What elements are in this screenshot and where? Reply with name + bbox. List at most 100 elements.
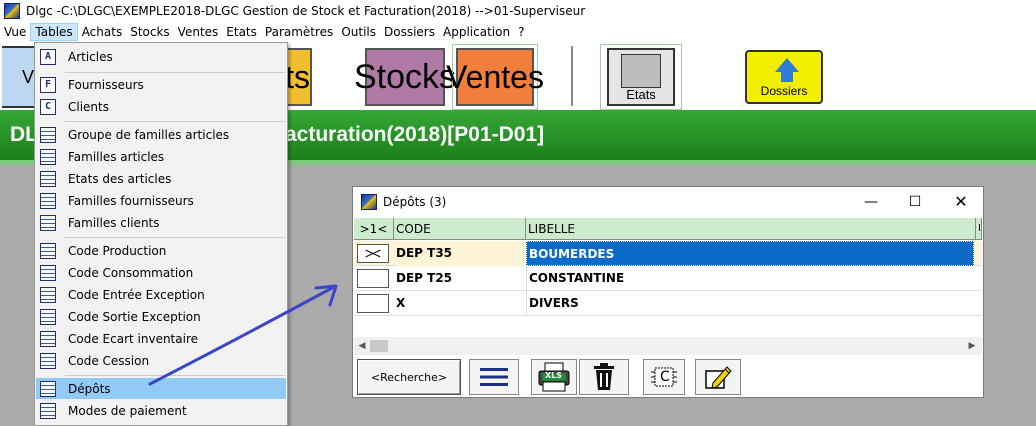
depots-title-bar[interactable]: Dépôts (3) — ☐ ✕ — [353, 187, 983, 217]
menu-vue[interactable]: Vue — [0, 23, 30, 41]
menu-separator — [65, 72, 285, 73]
export-xls-button[interactable]: XLS — [531, 359, 577, 395]
menu-bar: Vue Tables Achats Stocks Ventes Etats Pa… — [0, 22, 1036, 42]
list-button[interactable] — [469, 359, 519, 395]
tables-dropdown-menu: A Articles F Fournisseurs C Clients Grou… — [34, 42, 288, 426]
horizontal-scrollbar[interactable]: ◀ ▶ — [354, 337, 982, 355]
menu-separator — [65, 121, 285, 122]
menu-dossiers[interactable]: Dossiers — [380, 23, 439, 41]
cell-code: DEP T25 — [396, 271, 453, 285]
menu-item-label: Code Consommation — [68, 265, 194, 280]
menu-item-articles[interactable]: A Articles — [36, 46, 286, 67]
depots-grid: >1< CODE LIBELLE IN DEP T35 BOUMERDES DE… — [354, 218, 982, 326]
toolbar-vue-button[interactable]: V — [2, 46, 36, 108]
table-icon — [40, 380, 56, 397]
table-icon — [40, 148, 56, 165]
menu-item-familles-articles[interactable]: Familles articles — [36, 146, 286, 167]
cell-libelle: BOUMERDES — [526, 241, 974, 266]
scroll-thumb[interactable] — [370, 340, 388, 352]
app-icon — [4, 3, 20, 19]
toolbar-dossiers-button[interactable]: Dossiers — [745, 50, 823, 104]
table-icon — [40, 264, 56, 281]
xls-label: XLS — [545, 371, 563, 380]
row-selector[interactable] — [357, 244, 389, 263]
menu-application[interactable]: Application — [439, 23, 514, 41]
table-icon — [40, 330, 56, 347]
articles-icon: A — [40, 48, 56, 65]
menu-item-label: Code Entrée Exception — [68, 287, 205, 302]
list-icon — [480, 368, 508, 386]
menu-item-code-sortie-exception[interactable]: Code Sortie Exception — [36, 306, 286, 327]
menu-item-code-ecart-inventaire[interactable]: Code Ecart inventaire — [36, 328, 286, 349]
menu-item-groupe-familles-articles[interactable]: Groupe de familles articles — [36, 124, 286, 145]
minimize-icon[interactable]: — — [861, 193, 881, 211]
upload-arrow-stem — [781, 72, 793, 82]
toolbar-etats-label: Etats — [626, 87, 656, 102]
menu-help[interactable]: ? — [514, 23, 528, 41]
menu-item-label: Fournisseurs — [68, 77, 144, 92]
toolbar-ventes-button[interactable]: Ventes — [446, 48, 544, 106]
edit-button[interactable] — [695, 359, 741, 395]
menu-item-code-production[interactable]: Code Production — [36, 240, 286, 261]
menu-item-code-consommation[interactable]: Code Consommation — [36, 262, 286, 283]
toolbar-etats-button[interactable]: Etats — [607, 48, 675, 106]
report-icon — [621, 54, 661, 88]
menu-etats[interactable]: Etats — [222, 23, 261, 41]
maximize-icon[interactable]: ☐ — [905, 193, 925, 211]
menu-item-modes-paiement[interactable]: Modes de paiement — [36, 400, 286, 421]
menu-item-label: Articles — [68, 49, 113, 64]
table-icon — [40, 286, 56, 303]
menu-parametres[interactable]: Paramètres — [261, 23, 337, 41]
toolbar-separator — [571, 46, 573, 106]
banner-text: acturation(2018)[P01-D01] — [285, 123, 545, 146]
table-row[interactable]: X DIVERS — [354, 291, 982, 316]
cell-code: DEP T35 — [396, 241, 524, 266]
table-icon — [40, 242, 56, 259]
menu-outils[interactable]: Outils — [337, 23, 380, 41]
toolbar-stocks-button[interactable]: Stocks — [354, 48, 456, 106]
table-icon — [40, 402, 56, 419]
close-icon[interactable]: ✕ — [951, 193, 971, 211]
menu-ventes[interactable]: Ventes — [174, 23, 223, 41]
menu-item-code-entree-exception[interactable]: Code Entrée Exception — [36, 284, 286, 305]
row-selector[interactable] — [357, 269, 389, 288]
table-icon — [40, 352, 56, 369]
window-title: Dlgc -C:\DLGC\EXEMPLE2018-DLGC Gestion d… — [26, 4, 586, 18]
toolbar-achats-button[interactable]: ts — [288, 48, 312, 106]
menu-item-etats-articles[interactable]: Etats des articles — [36, 168, 286, 189]
scroll-left-icon[interactable]: ◀ — [356, 339, 368, 353]
menu-item-fournisseurs[interactable]: F Fournisseurs — [36, 74, 286, 95]
depots-window-title: Dépôts (3) — [383, 195, 447, 209]
delete-button[interactable] — [579, 359, 629, 395]
edit-icon — [705, 366, 732, 389]
menu-stocks[interactable]: Stocks — [126, 23, 173, 41]
toolbar-dossiers-label: Dossiers — [760, 84, 808, 98]
fournisseurs-icon: F — [40, 76, 56, 93]
table-row[interactable]: DEP T25 CONSTANTINE — [354, 266, 982, 291]
column-header-libelle[interactable]: LIBELLE — [526, 218, 976, 240]
column-header-selector[interactable]: >1< — [354, 218, 394, 240]
column-header-code[interactable]: CODE — [394, 218, 526, 240]
chip-button[interactable]: C — [643, 359, 685, 395]
table-icon — [40, 192, 56, 209]
table-row[interactable]: DEP T35 BOUMERDES — [354, 241, 982, 266]
menu-achats[interactable]: Achats — [78, 23, 127, 41]
title-bar: Dlgc -C:\DLGC\EXEMPLE2018-DLGC Gestion d… — [0, 0, 1036, 22]
table-icon — [40, 214, 56, 231]
menu-item-label: Groupe de familles articles — [68, 127, 230, 142]
scroll-right-icon[interactable]: ▶ — [966, 339, 978, 353]
menu-item-code-cession[interactable]: Code Cession — [36, 350, 286, 371]
table-icon — [40, 308, 56, 325]
menu-item-label: Etats des articles — [68, 171, 172, 186]
menu-item-label: Code Ecart inventaire — [68, 331, 198, 346]
column-header-extra[interactable]: IN — [976, 218, 982, 240]
row-selector[interactable] — [357, 294, 389, 313]
menu-item-familles-clients[interactable]: Familles clients — [36, 212, 286, 233]
search-button[interactable]: <Recherche> — [357, 359, 461, 395]
menu-item-depots[interactable]: Dépôts — [36, 378, 286, 399]
menu-item-familles-fournisseurs[interactable]: Familles fournisseurs — [36, 190, 286, 211]
menu-tables[interactable]: Tables — [30, 23, 78, 41]
cell-libelle: CONSTANTINE — [526, 266, 974, 291]
menu-item-clients[interactable]: C Clients — [36, 96, 286, 117]
clients-icon: C — [40, 98, 56, 115]
